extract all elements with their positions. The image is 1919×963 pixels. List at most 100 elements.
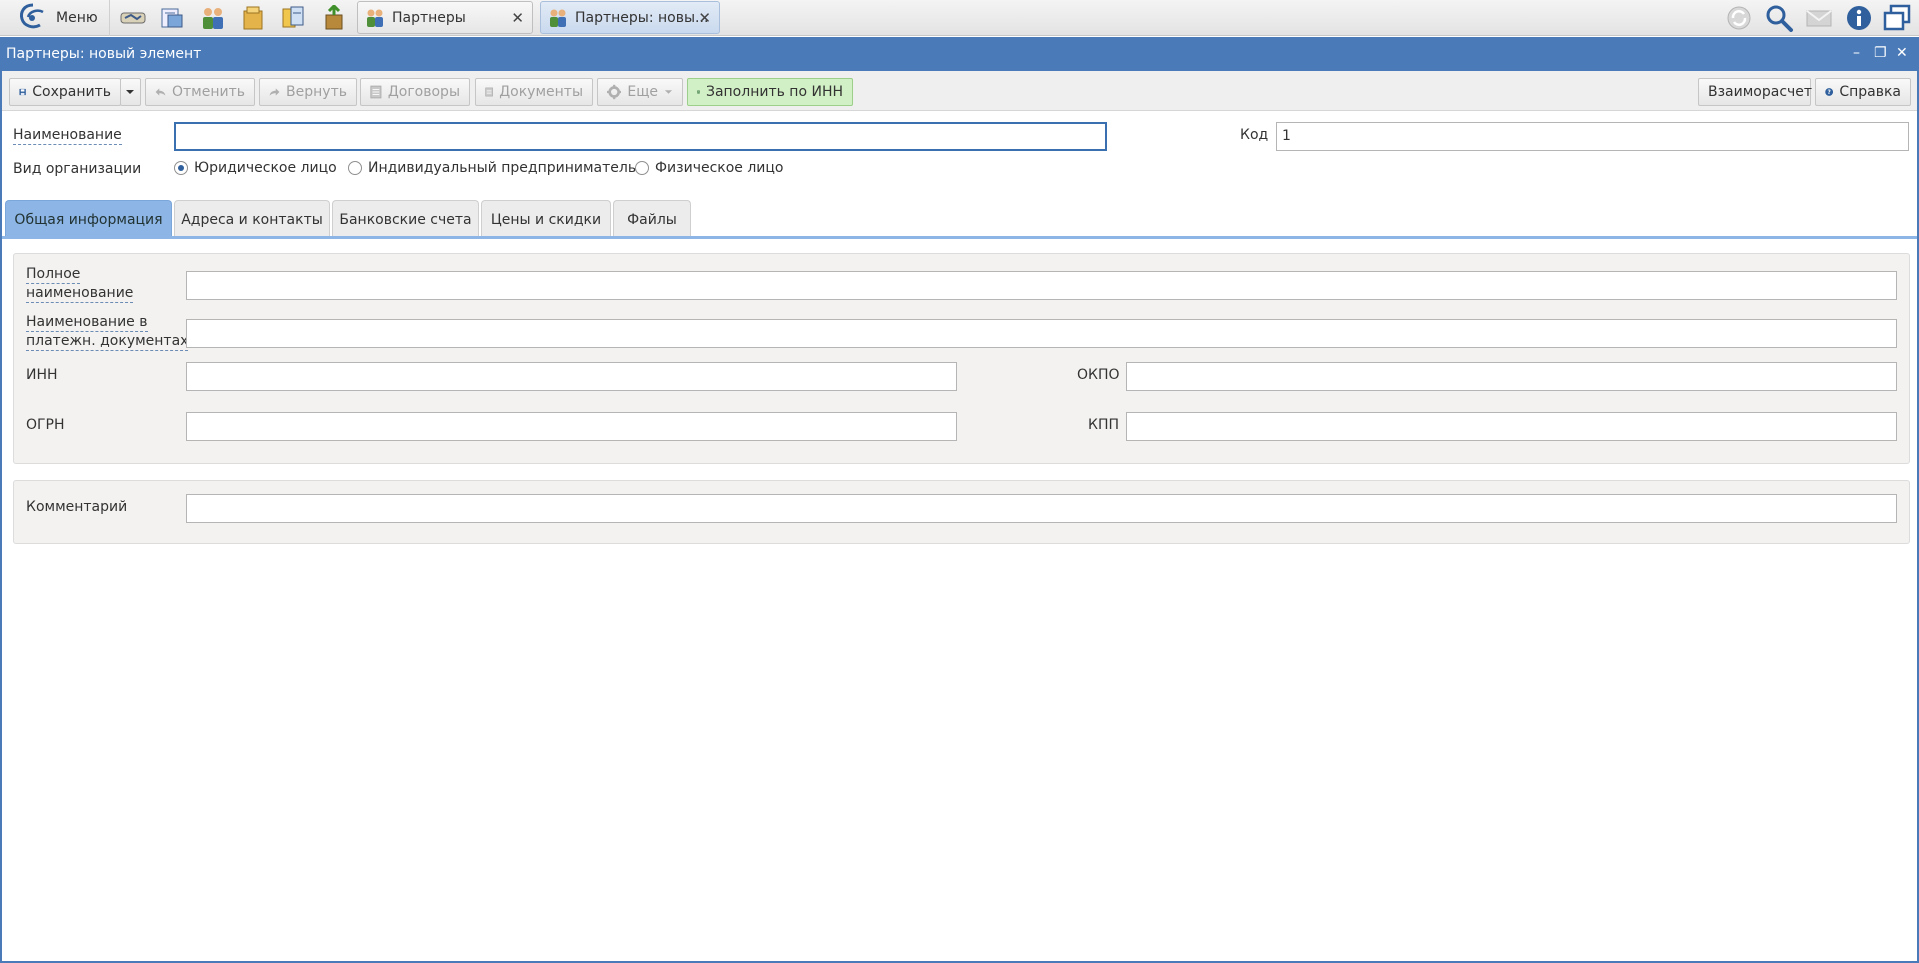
gear-icon: [607, 84, 622, 100]
cancel-label: Отменить: [171, 84, 245, 100]
cancel-button[interactable]: Отменить: [145, 78, 255, 106]
fill-by-inn-button[interactable]: Заполнить по ИНН: [687, 78, 853, 106]
save-dropdown-button[interactable]: [120, 78, 141, 106]
close-icon[interactable]: ✕: [511, 9, 524, 27]
help-label: Справка: [1839, 84, 1901, 100]
kpp-label: КПП: [1088, 417, 1119, 433]
document-icon: [485, 87, 493, 97]
save-label: Сохранить: [32, 84, 111, 100]
contracts-button[interactable]: Договоры: [360, 78, 470, 106]
taskbar-tab-label: Партнеры: новы...: [575, 9, 709, 26]
help-icon: ?: [1825, 88, 1834, 96]
tab-prices-discounts[interactable]: Цены и скидки: [481, 200, 611, 238]
tab-general-info[interactable]: Общая информация: [5, 200, 172, 238]
full-name-label-line1: Полное: [26, 266, 81, 284]
more-button[interactable]: Еще: [597, 78, 683, 106]
window-titlebar: Партнеры: новый элемент – ❐ ✕: [2, 37, 1917, 71]
tab-label: Адреса и контакты: [181, 211, 323, 228]
restore-icon[interactable]: ❐: [1874, 46, 1887, 60]
redo-icon: [269, 88, 280, 96]
handshake-icon[interactable]: [119, 5, 147, 31]
name-input[interactable]: [174, 122, 1107, 151]
redo-label: Вернуть: [286, 84, 347, 100]
taskbar-tab-label: Партнеры: [392, 9, 466, 26]
close-icon[interactable]: ✕: [698, 9, 711, 27]
taskbar: Меню Партнеры ✕ Партнеры: новы... ✕: [0, 0, 1919, 36]
more-label: Еще: [627, 84, 659, 100]
radio-label: Юридическое лицо: [194, 160, 337, 176]
windows-icon[interactable]: [1882, 4, 1912, 32]
search-icon[interactable]: [1764, 4, 1794, 32]
svg-text:?: ?: [1828, 90, 1831, 96]
documents-label: Документы: [499, 84, 583, 100]
chevron-down-icon: [126, 90, 134, 94]
tab-files[interactable]: Файлы: [613, 200, 691, 238]
partners-icon[interactable]: [199, 5, 227, 31]
mail-icon[interactable]: [1804, 4, 1834, 32]
main-menu-button[interactable]: Меню: [0, 0, 110, 36]
radio-individual[interactable]: Физическое лицо: [635, 160, 784, 176]
ogrn-input[interactable]: [186, 412, 957, 441]
info-icon[interactable]: [1844, 4, 1874, 32]
register-icon[interactable]: [158, 5, 186, 31]
full-name-label-line2: наименование: [26, 285, 134, 303]
calculator-icon: [697, 90, 700, 94]
ogrn-label: ОГРН: [26, 417, 65, 433]
comment-label: Комментарий: [26, 499, 128, 515]
toolbar: Сохранить Отменить Вернуть Договоры Доку…: [2, 71, 1917, 111]
settlement-button[interactable]: Взаиморасчет: [1698, 78, 1813, 106]
tab-addresses-contacts[interactable]: Адреса и контакты: [174, 200, 330, 238]
okpo-label: ОКПО: [1077, 367, 1120, 383]
tab-label: Банковские счета: [339, 211, 472, 228]
fill-by-inn-label: Заполнить по ИНН: [705, 84, 843, 100]
inn-label: ИНН: [26, 367, 58, 383]
save-button[interactable]: Сохранить: [9, 78, 121, 106]
tab-label: Файлы: [627, 211, 677, 228]
taskbar-tab-partners[interactable]: Партнеры ✕: [357, 1, 533, 34]
app-logo-icon: [18, 2, 48, 34]
radio-legal-entity[interactable]: Юридическое лицо: [174, 160, 337, 176]
payment-name-label-line1: Наименование в: [26, 314, 148, 332]
form-window: Партнеры: новый элемент – ❐ ✕ Сохранить …: [0, 37, 1919, 963]
full-name-input[interactable]: [186, 271, 1897, 300]
partners-icon: [550, 9, 566, 27]
help-button[interactable]: ? Справка: [1815, 78, 1911, 106]
payment-name-input[interactable]: [186, 319, 1897, 348]
warehouse-icon[interactable]: [320, 3, 348, 31]
comment-input[interactable]: [186, 494, 1897, 523]
refresh-icon[interactable]: [1724, 4, 1754, 32]
radio-label: Индивидуальный предприниматель: [368, 160, 637, 176]
radio-label: Физическое лицо: [655, 160, 784, 176]
payment-name-label-line2: платежн. документах: [26, 333, 189, 351]
okpo-input[interactable]: [1126, 362, 1897, 391]
tab-label: Общая информация: [14, 211, 163, 228]
contracts-label: Договоры: [387, 84, 460, 100]
radio-unchecked-icon: [635, 161, 649, 175]
close-icon[interactable]: ✕: [1896, 46, 1908, 60]
org-type-label: Вид организации: [13, 161, 142, 177]
documents-icon[interactable]: [279, 5, 307, 31]
partners-icon: [367, 9, 383, 27]
redo-button[interactable]: Вернуть: [259, 78, 357, 106]
undo-icon: [155, 88, 166, 96]
product-box-icon[interactable]: [239, 5, 267, 31]
contract-doc-icon: [370, 85, 382, 99]
kpp-input[interactable]: [1126, 412, 1897, 441]
minimize-icon[interactable]: –: [1853, 46, 1860, 60]
inn-input[interactable]: [186, 362, 957, 391]
save-icon: [19, 88, 26, 96]
chevron-down-icon: [664, 90, 673, 94]
code-input[interactable]: 1: [1276, 122, 1909, 151]
tab-underline: [2, 236, 1917, 239]
name-label: Наименование: [13, 127, 122, 145]
menu-label: Меню: [56, 10, 98, 26]
tab-bank-accounts[interactable]: Банковские счета: [332, 200, 479, 238]
radio-sole-proprietor[interactable]: Индивидуальный предприниматель: [348, 160, 636, 176]
radio-checked-icon: [174, 161, 188, 175]
taskbar-tab-partner-new[interactable]: Партнеры: новы... ✕: [540, 1, 720, 34]
window-title: Партнеры: новый элемент: [6, 46, 202, 62]
documents-button[interactable]: Документы: [475, 78, 593, 106]
settlement-label: Взаиморасчет: [1708, 84, 1813, 100]
radio-unchecked-icon: [348, 161, 362, 175]
tab-label: Цены и скидки: [490, 211, 602, 228]
